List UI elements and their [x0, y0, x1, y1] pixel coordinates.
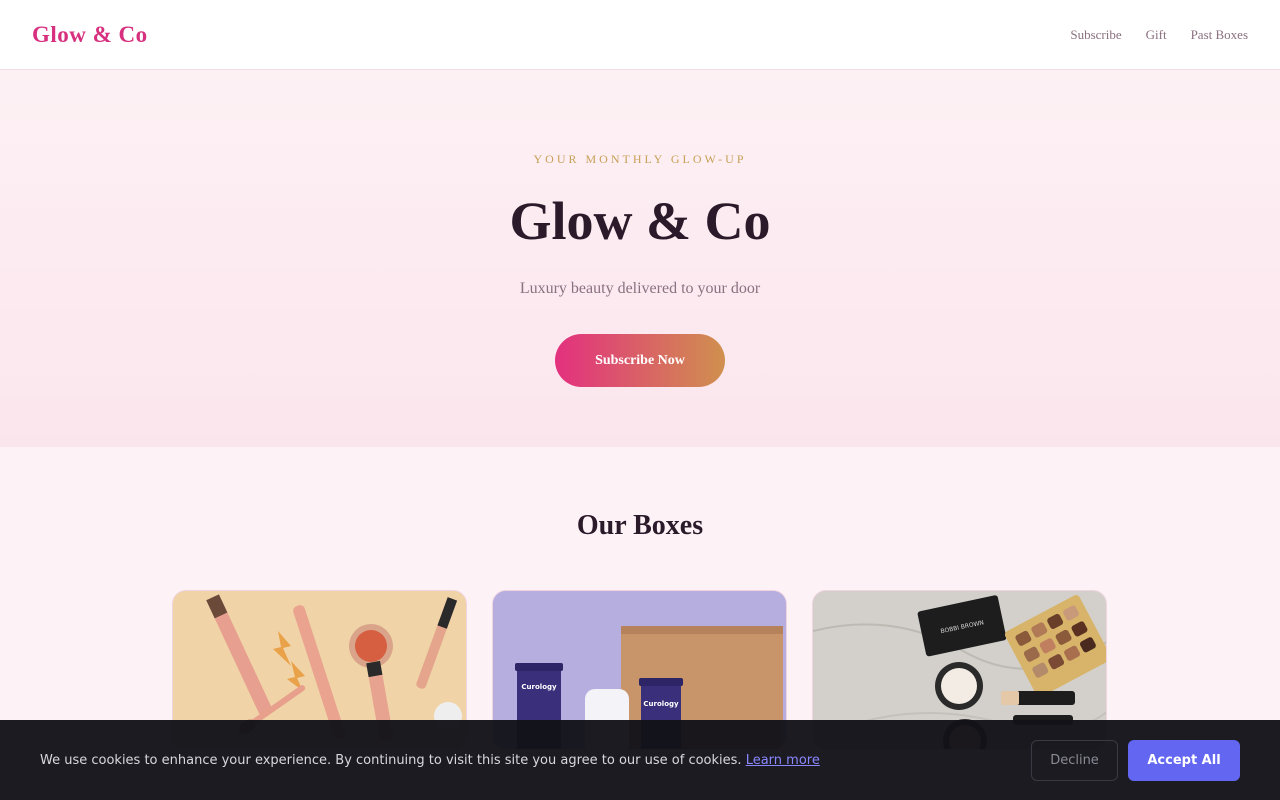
- hero-title: Glow & Co: [509, 191, 771, 251]
- nav-gift[interactable]: Gift: [1146, 27, 1167, 43]
- hero-section: YOUR MONTHLY GLOW-UP Glow & Co Luxury be…: [0, 70, 1280, 447]
- site-header: Glow & Co Subscribe Gift Past Boxes: [0, 0, 1280, 70]
- logo[interactable]: Glow & Co: [32, 22, 148, 48]
- cookie-message: We use cookies to enhance your experienc…: [40, 753, 820, 768]
- cookie-banner: We use cookies to enhance your experienc…: [0, 720, 1280, 800]
- learn-more-link[interactable]: Learn more: [746, 753, 820, 768]
- cookie-actions: Decline Accept All: [1031, 739, 1240, 781]
- cookie-text: We use cookies to enhance your experienc…: [40, 752, 742, 768]
- hero-eyebrow: YOUR MONTHLY GLOW-UP: [533, 152, 747, 166]
- subscribe-now-button[interactable]: Subscribe Now: [555, 334, 725, 387]
- main-nav: Subscribe Gift Past Boxes: [1070, 27, 1248, 43]
- nav-past-boxes[interactable]: Past Boxes: [1191, 27, 1248, 43]
- card2-brand-right: Curology: [643, 700, 679, 708]
- nav-subscribe[interactable]: Subscribe: [1070, 27, 1121, 43]
- accept-all-button[interactable]: Accept All: [1128, 739, 1240, 781]
- hero-subtitle: Luxury beauty delivered to your door: [519, 280, 761, 297]
- card2-brand-left: Curology: [521, 683, 557, 691]
- decline-button[interactable]: Decline: [1031, 739, 1118, 781]
- boxes-section-title: Our Boxes: [576, 510, 704, 541]
